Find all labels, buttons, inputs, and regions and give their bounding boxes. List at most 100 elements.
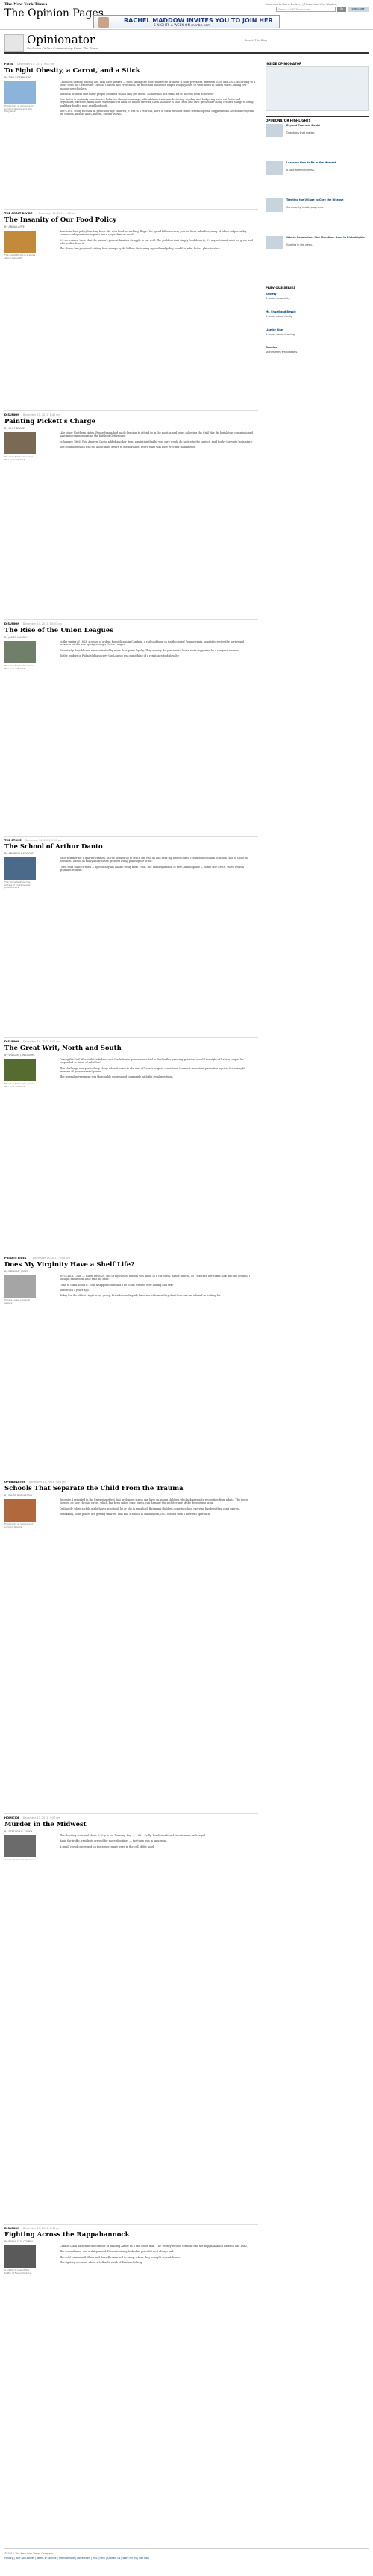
post-kicker[interactable]: FIXES xyxy=(4,63,13,66)
highlight-desc: A look at mindfulness. xyxy=(286,169,315,172)
post-byline: By ANNA LAPPÉ xyxy=(4,225,25,228)
search-input[interactable]: Search All NYTimes.com xyxy=(276,7,336,12)
post-paragraph: The C.D.C. study focused on preschool-ag… xyxy=(60,110,254,116)
footer-links[interactable]: Privacy | Your Ad Choices | Terms of Ser… xyxy=(4,2557,149,2560)
post-title[interactable]: To Fight Obesity, a Carrot, and a Stick xyxy=(4,67,140,75)
post-thumbnail[interactable] xyxy=(4,2245,36,2268)
post-kicker[interactable]: DISUNION xyxy=(4,2227,19,2230)
featured-photo[interactable] xyxy=(266,66,369,111)
post: HOMICIDE December 13, 2011, 9:00 pm Murder… xyxy=(4,1813,258,2219)
thumbnail-caption: Disunion follows the Civil War as it unf… xyxy=(4,455,33,461)
post-title[interactable]: The Insanity of Our Food Policy xyxy=(4,216,116,224)
post-paragraph: It's no wonder, then, that the nation's … xyxy=(60,238,253,245)
post-kicker[interactable]: DISUNION xyxy=(4,622,19,625)
post-paragraph: That is a problem that many people assum… xyxy=(60,92,214,96)
post-paragraph: Charlie Clark bathed in the comfort of b… xyxy=(60,2245,248,2248)
highlight-title[interactable]: Whose Resolutions Met Marathon Runs in P… xyxy=(286,236,369,239)
section-title[interactable]: The Opinion Pages xyxy=(4,7,104,19)
post-title[interactable]: The Rise of the Union Leagues xyxy=(4,627,113,634)
post: THE GREAT DIVIDE December 15, 2011, 9:00 … xyxy=(4,209,258,406)
post-title[interactable]: Painting Pickett's Charge xyxy=(4,418,95,425)
post-kicker[interactable]: DISUNION xyxy=(4,1040,19,1043)
post: FIXES December 15, 2011, 9:00 pm To Fight … xyxy=(4,60,258,204)
post-title[interactable]: Schools That Separate the Child From the… xyxy=(4,1485,184,1492)
post-paragraph: Amid the traffic, residents arrived for … xyxy=(60,1839,167,1843)
series-title[interactable]: Mr. Shuell and Bessie xyxy=(266,310,369,313)
post-thumbnail[interactable] xyxy=(4,857,36,880)
thumbnail-caption: Disunion follows the Civil War as it unf… xyxy=(4,664,33,670)
post-paragraph: Childhood obesity, at long last, may hav… xyxy=(60,81,255,90)
post-thumbnail[interactable] xyxy=(4,432,36,454)
post-body: The shooting occurred about 7:30 p.m. on… xyxy=(60,1834,255,1851)
post-date: December 15, 2011, 8:40 pm xyxy=(22,413,60,416)
series-title[interactable]: Line by Line xyxy=(266,328,369,331)
post-paragraph: Essentially Republicans were outvoted by… xyxy=(60,648,239,652)
post-paragraph: This challenge was particularly sharp wh… xyxy=(60,1066,246,1073)
post-kicker[interactable]: PRIVATE LIVES xyxy=(4,1257,26,1260)
post-date: December 14, 2011, 10:00 pm xyxy=(22,622,63,625)
post-title[interactable]: The School of Arthur Danto xyxy=(4,843,103,851)
post: DISUNION December 13, 2011, 8:40 pm Fighti… xyxy=(4,2224,258,2540)
post-byline: By CLIFF BRAKE xyxy=(4,427,25,430)
post-paragraph: I had to think about it. How disappointe… xyxy=(60,1283,174,1287)
post-thumbnail[interactable] xyxy=(4,231,36,253)
post-paragraph: Each summer for a quarter century, as I'… xyxy=(60,857,248,863)
post-kicker[interactable]: THE GREAT DIVIDE xyxy=(4,212,32,215)
ad-banner[interactable]: RACHEL MADDOW INVITES YOU TO JOIN HER 5 … xyxy=(93,15,280,28)
post-paragraph: The federal army was a sharp mood. Frede… xyxy=(60,2250,175,2254)
post-kicker[interactable]: OPINIONATOR xyxy=(4,1481,25,1484)
ad-headline: RACHEL MADDOW INVITES YOU TO JOIN HER xyxy=(124,17,273,24)
post-paragraph: A small crowd converged on the scene; ma… xyxy=(60,1845,155,1848)
post-kicker[interactable]: HOMICIDE xyxy=(4,1816,19,1819)
highlight-title[interactable]: Learning How to Be in the Moment xyxy=(286,161,369,164)
post-date: December 13, 2011, 9:00 pm xyxy=(28,1481,66,1484)
top-links[interactable]: Subscribe to Home Delivery | Personalize… xyxy=(265,3,337,6)
series-heading: PREVIOUS SERIES xyxy=(266,284,369,291)
post-paragraph: Thankfully, some places are getting smar… xyxy=(60,1512,211,1516)
post-thumbnail[interactable] xyxy=(4,81,36,104)
post-body: Each summer for a quarter century, as I'… xyxy=(60,857,255,874)
post-byline: By ANDREW HAYWOOD xyxy=(4,852,34,855)
post-kicker[interactable]: THE STONE xyxy=(4,839,22,842)
post-thumbnail[interactable] xyxy=(4,1499,36,1522)
post-date: December 13, 2011, 8:40 pm xyxy=(22,2227,60,2230)
post-body: BOULDER, Colo. — When I was 20, one of m… xyxy=(60,1275,255,1299)
subscribe-button[interactable]: SUBSCRIBE xyxy=(348,7,369,12)
series-title[interactable]: Anxiety xyxy=(266,293,369,296)
post-kicker[interactable]: DISUNION xyxy=(4,413,19,416)
post-byline: By WILLIAM J. WILLIAMS xyxy=(4,1054,35,1057)
post-title[interactable]: Does My Virginity Have a Shelf Life? xyxy=(4,1261,134,1269)
post-byline: By DAVID BORNSTEIN xyxy=(4,1494,32,1497)
series-desc: A series about family. xyxy=(266,315,293,318)
blog-title[interactable]: Opinionator xyxy=(27,33,95,46)
post-title[interactable]: Murder in the Midwest xyxy=(4,1821,87,1828)
search-blog-input[interactable]: Search This Blog xyxy=(245,39,319,45)
series-title[interactable]: Townies xyxy=(266,346,369,349)
ad-photo xyxy=(98,17,109,28)
post-paragraph: The fighting occurred about a half mile … xyxy=(60,2260,143,2264)
post-paragraph: American food policy has long been rife … xyxy=(60,230,247,237)
post-thumbnail[interactable] xyxy=(4,1059,36,1081)
post-thumbnail[interactable] xyxy=(4,1835,36,1857)
post-byline: By JAMES MASSEY xyxy=(4,636,28,639)
post-thumbnail[interactable] xyxy=(4,1275,36,1298)
thumbnail-caption: Fixes looks at solutions to social probl… xyxy=(4,1522,34,1528)
post-body: Recently, I reported in the Emerging eff… xyxy=(60,1498,255,1518)
post-thumbnail[interactable] xyxy=(4,641,36,663)
post-title[interactable]: Fighting Across the Rappahannock xyxy=(4,2231,130,2239)
post-paragraph: Ordinarily, when a child misbehaves at s… xyxy=(60,1507,241,1510)
thumbnail-caption: Private Lives: personal essays. xyxy=(4,1298,31,1304)
highlight-title[interactable]: Beyond Fear and Doubt xyxy=(286,124,369,127)
highlight-desc: Questions that matter. xyxy=(286,131,316,134)
post-paragraph: The federal government was thoroughly un… xyxy=(60,1075,174,1079)
search-button[interactable]: Go xyxy=(337,7,346,12)
highlight-title[interactable]: Treating the Village to Cure the Disease xyxy=(286,198,369,201)
post-paragraph: In January 1866, Gov. Andrew Curtin adde… xyxy=(60,440,253,443)
nyt-logo[interactable]: The New York Times xyxy=(4,2,47,7)
post-byline: By BRIANNE JONES xyxy=(4,1270,29,1273)
series-desc: A series on anxiety. xyxy=(266,297,291,300)
post-title[interactable]: The Great Writ, North and South xyxy=(4,1045,122,1052)
footer-copyright: © 2011 The New York Times Company xyxy=(4,2552,54,2555)
blog-header: Opinionator Exclusive Online Commentary … xyxy=(4,33,369,54)
thumbnail-caption: A look at crime in America. xyxy=(4,1858,35,1861)
